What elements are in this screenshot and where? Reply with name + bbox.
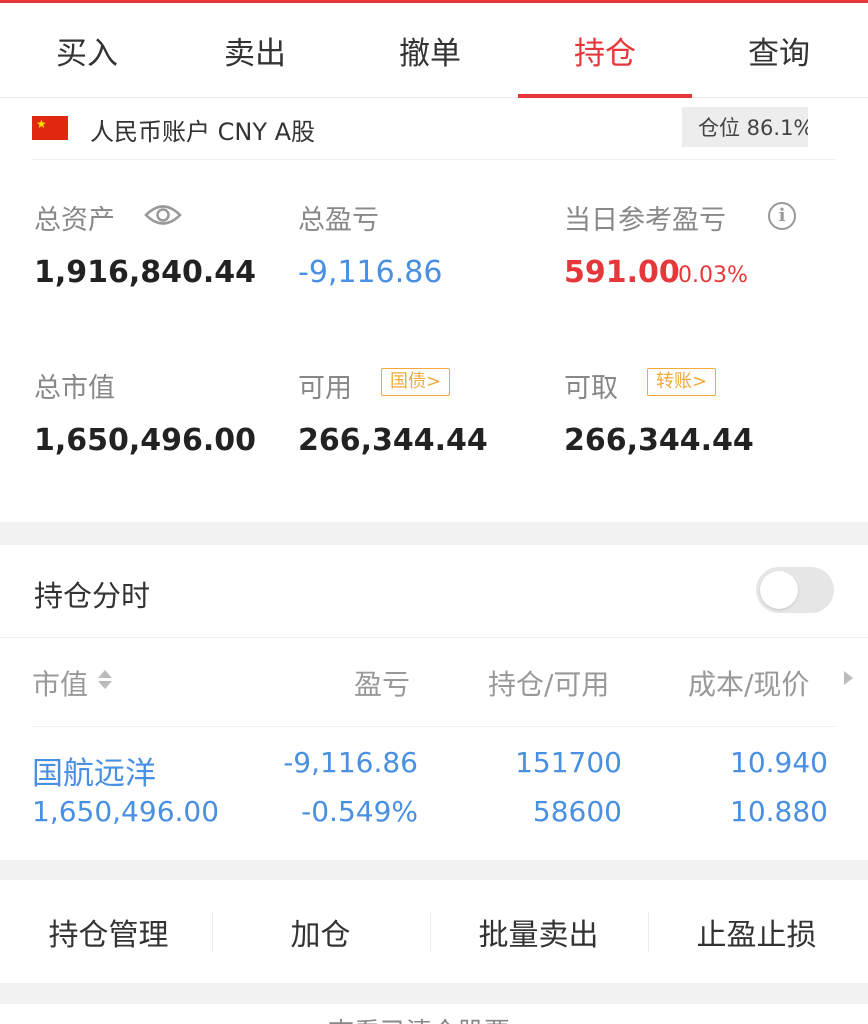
available-value: 266,344.44 <box>298 423 488 458</box>
treasury-bond-tag[interactable]: 国债> <box>381 368 451 396</box>
withdrawable-value: 266,344.44 <box>564 423 754 458</box>
account-name: 人民币账户 CNY A股 <box>90 118 316 146</box>
divider <box>32 726 836 727</box>
tab-buy[interactable]: 买入 <box>0 3 174 97</box>
batch-sell-button[interactable]: 批量卖出 <box>430 880 647 983</box>
manage-holdings-button[interactable]: 持仓管理 <box>0 880 217 983</box>
column-header-cost-price: 成本/现价 <box>688 668 810 701</box>
position-ratio-badge: 仓位 86.1% <box>682 107 828 147</box>
total-assets-value: 1,916,840.44 <box>34 255 257 290</box>
stock-position: 151700 <box>515 746 622 779</box>
column-header-position-available: 持仓/可用 <box>488 668 610 701</box>
info-icon[interactable]: i <box>768 202 796 230</box>
add-position-button[interactable]: 加仓 <box>212 880 429 983</box>
view-cleared-stocks-link[interactable]: 查看已清仓股票 > <box>0 1012 868 1024</box>
china-flag-icon: ★ <box>32 116 68 140</box>
divider <box>32 159 836 160</box>
market-value-label: 总市值 <box>34 373 115 404</box>
holding-chart-title: 持仓分时 <box>34 579 151 613</box>
stock-pnl: -9,116.86 <box>283 746 418 779</box>
total-pnl-value: -9,116.86 <box>298 255 443 290</box>
stock-available: 58600 <box>532 795 622 828</box>
eye-icon[interactable] <box>144 202 182 228</box>
column-header-market-value[interactable]: 市值 <box>32 663 88 703</box>
tab-query[interactable]: 查询 <box>692 3 866 97</box>
tab-cancel-order[interactable]: 撤单 <box>343 3 517 97</box>
position-ratio-label: 仓位 86.1% <box>698 116 814 140</box>
trade-tabs: 买入 卖出 撤单 持仓 查询 <box>0 3 868 98</box>
account-summary-panel: ★ 人民币账户 CNY A股 仓位 86.1% 总资产 1,916,840.44… <box>0 98 868 522</box>
available-label: 可用 <box>298 373 352 404</box>
column-header-pnl: 盈亏 <box>354 668 411 701</box>
withdrawable-label: 可取 <box>564 373 618 404</box>
tab-sell[interactable]: 卖出 <box>168 3 342 97</box>
market-value-value: 1,650,496.00 <box>34 423 257 458</box>
scroll-right-icon[interactable] <box>844 671 853 685</box>
position-ratio-remainder <box>807 107 828 147</box>
daily-pnl-value: 591.00 <box>564 255 680 290</box>
action-bar: 持仓管理 加仓 批量卖出 止盈止损 <box>0 880 868 983</box>
holdings-panel: 持仓分时 市值 盈亏 持仓/可用 成本/现价 国航远洋 1,650,496.00… <box>0 545 868 860</box>
stock-cost: 10.940 <box>730 746 828 779</box>
transfer-tag[interactable]: 转账> <box>647 368 717 396</box>
tab-holdings[interactable]: 持仓 <box>518 3 692 97</box>
sort-icon[interactable] <box>98 670 114 689</box>
stock-pnl-percent: -0.549% <box>301 795 418 828</box>
stock-price: 10.880 <box>730 795 828 828</box>
toggle-knob <box>760 571 798 609</box>
divider <box>0 637 868 638</box>
daily-pnl-label: 当日参考盈亏 <box>564 205 726 236</box>
daily-pnl-percent: 0.03% <box>678 263 748 288</box>
holding-chart-toggle[interactable] <box>756 567 834 613</box>
total-assets-label: 总资产 <box>34 205 115 236</box>
total-pnl-label: 总盈亏 <box>298 205 379 236</box>
cleared-stocks-bar: 查看已清仓股票 > <box>0 1004 868 1024</box>
account-row[interactable]: ★ 人民币账户 CNY A股 仓位 86.1% <box>0 98 868 160</box>
take-profit-stop-loss-button[interactable]: 止盈止损 <box>648 880 865 983</box>
stock-market-value: 1,650,496.00 <box>32 795 220 828</box>
stock-name: 国航远洋 <box>32 756 156 792</box>
